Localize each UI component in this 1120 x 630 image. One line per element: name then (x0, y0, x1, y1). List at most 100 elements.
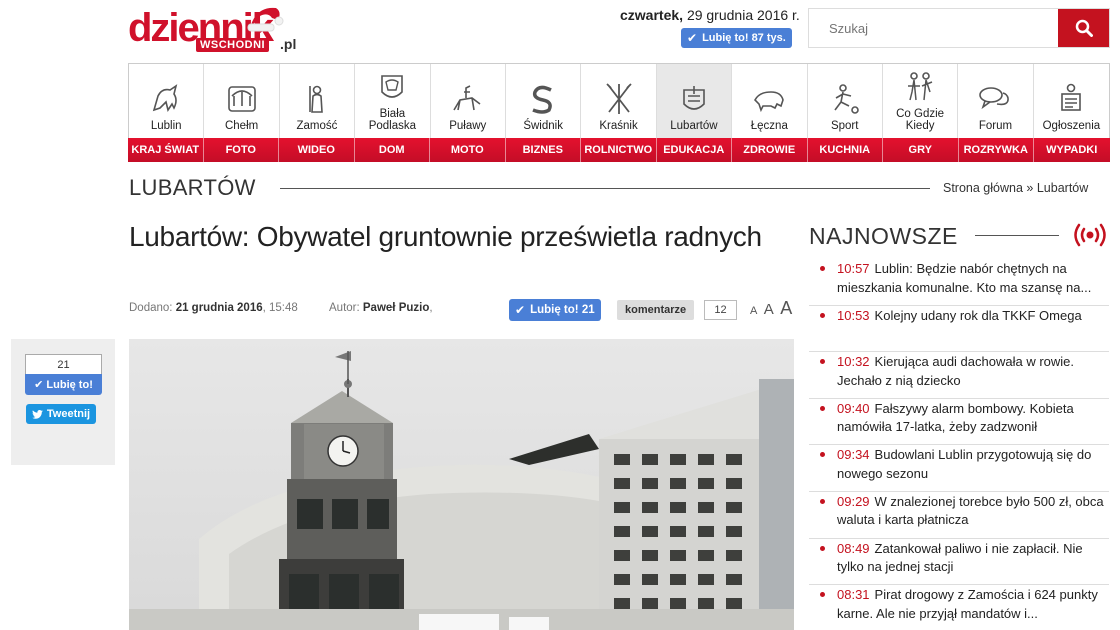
people-icon (908, 72, 933, 101)
nav-item-label: Puławy (449, 120, 487, 132)
news-headline-link[interactable]: Kolejny udany rok dla TKKF Omega (875, 308, 1082, 323)
nav-item-1[interactable]: Lublin (129, 64, 205, 138)
added-time: , 15:48 (262, 302, 298, 314)
latest-news-item[interactable]: 08:49 Zatankował paliwo i nie zapłacił. N… (809, 539, 1109, 586)
tweet-button[interactable]: Tweetnij (26, 404, 96, 424)
search-input[interactable] (809, 9, 1058, 47)
share-like-count: 21 (25, 354, 102, 375)
latest-news-item[interactable]: 10:32 Kierująca audi dachowała w rowie. J… (809, 352, 1109, 399)
latest-news-item[interactable]: 10:53 Kolejny udany rok dla TKKF Omega (809, 306, 1109, 353)
category-link[interactable]: WIDEO (279, 138, 355, 162)
news-time: 10:57 (837, 261, 870, 276)
tweet-label: Tweetnij (46, 408, 91, 420)
nav-item-label: Zamość (296, 120, 338, 132)
news-headline-link[interactable]: Fałszywy alarm bombowy. Kobieta namówiła… (837, 401, 1074, 435)
latest-news-item[interactable]: 09:29 W znalezionej torebce było 500 zł, … (809, 492, 1109, 539)
nav-item-7[interactable]: Kraśnik (581, 64, 657, 138)
breadcrumb: Strona główna » Lubartów (943, 181, 1088, 195)
news-headline-link[interactable]: Kierująca audi dachowała w rowie. Jechał… (837, 354, 1074, 388)
breadcrumb-current-link[interactable]: Lubartów (1037, 181, 1088, 195)
article-like-button[interactable]: ✔ Lubię to! 21 (509, 299, 601, 321)
share-like-label: Lubię to! (46, 378, 93, 391)
article-date: Dodano: 21 grudnia 2016, 15:48 (129, 302, 298, 314)
search-box (808, 8, 1110, 48)
nav-item-label: Co Gdzie Kiedy (896, 108, 945, 132)
category-link[interactable]: EDUKACJA (657, 138, 732, 162)
author-label: Autor: (329, 302, 360, 314)
checkmark-icon: ✔ (515, 303, 526, 317)
category-link[interactable]: MOTO (430, 138, 506, 162)
author-suffix: , (429, 302, 433, 314)
added-date: 21 grudnia 2016 (175, 302, 263, 314)
latest-news-item[interactable]: 09:34 Budowlani Lublin przygotowują się d… (809, 445, 1109, 492)
nav-item-label: Chełm (224, 120, 259, 132)
nav-item-10[interactable]: Sport (808, 64, 883, 138)
category-link[interactable]: BIZNES (506, 138, 581, 162)
news-headline-link[interactable]: Budowlani Lublin przygotowują się do now… (837, 447, 1091, 481)
nav-item-2[interactable]: Chełm (204, 64, 280, 138)
article-like-count: 21 (581, 304, 595, 316)
saint-crest-icon (309, 85, 323, 113)
category-link[interactable]: KRAJ ŚWIAT (128, 138, 204, 162)
nav-item-3[interactable]: Zamość (280, 64, 356, 138)
nav-item-label: Forum (978, 120, 1013, 132)
news-headline-link[interactable]: W znalezionej torebce było 500 zł, obca … (837, 494, 1104, 528)
nav-item-11[interactable]: Co Gdzie Kiedy (883, 64, 959, 138)
news-headline-link[interactable]: Pirat drogowy z Zamościa i 624 punkty ka… (837, 587, 1098, 621)
font-size-large-button[interactable]: A (780, 298, 792, 318)
boar-crest-icon (754, 91, 785, 113)
nav-item-4[interactable]: Biała Podlaska (355, 64, 431, 138)
latest-news-item[interactable]: 09:40 Fałszywy alarm bombowy. Kobieta nam… (809, 399, 1109, 446)
nav-item-5[interactable]: Puławy (431, 64, 506, 138)
font-size-medium-button[interactable]: A (764, 301, 774, 318)
nav-item-label: Lublin (150, 120, 182, 132)
nav-item-8[interactable]: Lubartów (656, 64, 733, 138)
logo-domain: .pl (280, 36, 297, 52)
share-panel: 21 ✔ Lubię to! Tweetnij (11, 339, 115, 465)
category-link[interactable]: ZDROWIE (732, 138, 808, 162)
category-link[interactable]: GRY (883, 138, 959, 162)
nav-item-12[interactable]: Forum (958, 64, 1034, 138)
section-divider (280, 188, 930, 189)
font-size-small-button[interactable]: A (750, 305, 757, 317)
comments-count[interactable]: 12 (704, 300, 737, 320)
nav-item-label: Biała Podlaska (368, 108, 417, 132)
breadcrumb-home-link[interactable]: Strona główna (943, 181, 1023, 195)
notice-icon (1061, 83, 1082, 111)
speech-bubbles-icon (979, 87, 1010, 110)
category-link[interactable]: FOTO (204, 138, 279, 162)
added-label: Dodano: (129, 302, 173, 314)
share-like-button[interactable]: ✔ Lubię to! (25, 374, 102, 395)
category-link[interactable]: DOM (355, 138, 430, 162)
search-button[interactable] (1058, 9, 1109, 47)
category-link[interactable]: KUCHNIA (808, 138, 883, 162)
checkmark-icon: ✔ (687, 31, 698, 45)
latest-news-list: 10:57 Lublin: Będzie nabór chętnych na mi… (809, 259, 1109, 630)
news-time: 08:49 (837, 540, 870, 556)
comments-button[interactable]: komentarze (617, 300, 695, 320)
category-navigation: KRAJ ŚWIAT FOTO WIDEO DOM MOTO BIZNES ROLNICTW… (128, 138, 1110, 162)
category-link[interactable]: WYPADKI (1034, 138, 1110, 162)
building-photo (129, 339, 794, 630)
search-icon (1075, 19, 1093, 37)
football-icon (834, 84, 859, 114)
nav-item-label: Ogłoszenia (1042, 120, 1101, 132)
nav-item-13[interactable]: Ogłoszenia (1034, 64, 1109, 138)
news-time: 09:34 (837, 447, 870, 463)
current-date: czwartek, 29 grudnia 2016 r. (620, 7, 800, 23)
nav-item-label: Lubartów (670, 120, 718, 132)
nav-item-label: Kraśnik (599, 120, 638, 132)
author-name[interactable]: Paweł Puzio (363, 302, 429, 314)
nav-item-label: Świdnik (523, 120, 563, 132)
nav-item-6[interactable]: Świdnik (506, 64, 582, 138)
category-link[interactable]: ROLNICTWO (581, 138, 657, 162)
latest-news-item[interactable]: 08:31 Pirat drogowy z Zamościa i 624 punk… (809, 585, 1109, 630)
nav-item-9[interactable]: Łęczna (732, 64, 808, 138)
site-logo[interactable]: dziennik WSCHODNI .pl (128, 6, 308, 56)
news-headline-link[interactable]: Zatankował paliwo i nie zapłacił. Nie ty… (837, 541, 1083, 575)
category-link[interactable]: ROZRYWKA (959, 138, 1034, 162)
news-headline-link[interactable]: Lublin: Będzie nabór chętnych na mieszka… (837, 261, 1091, 295)
latest-news-item[interactable]: 10:57 Lublin: Będzie nabór chętnych na mi… (809, 259, 1109, 306)
news-time: 08:31 (837, 587, 870, 603)
facebook-like-button[interactable]: ✔ Lubię to! 87 tys. (681, 28, 792, 48)
